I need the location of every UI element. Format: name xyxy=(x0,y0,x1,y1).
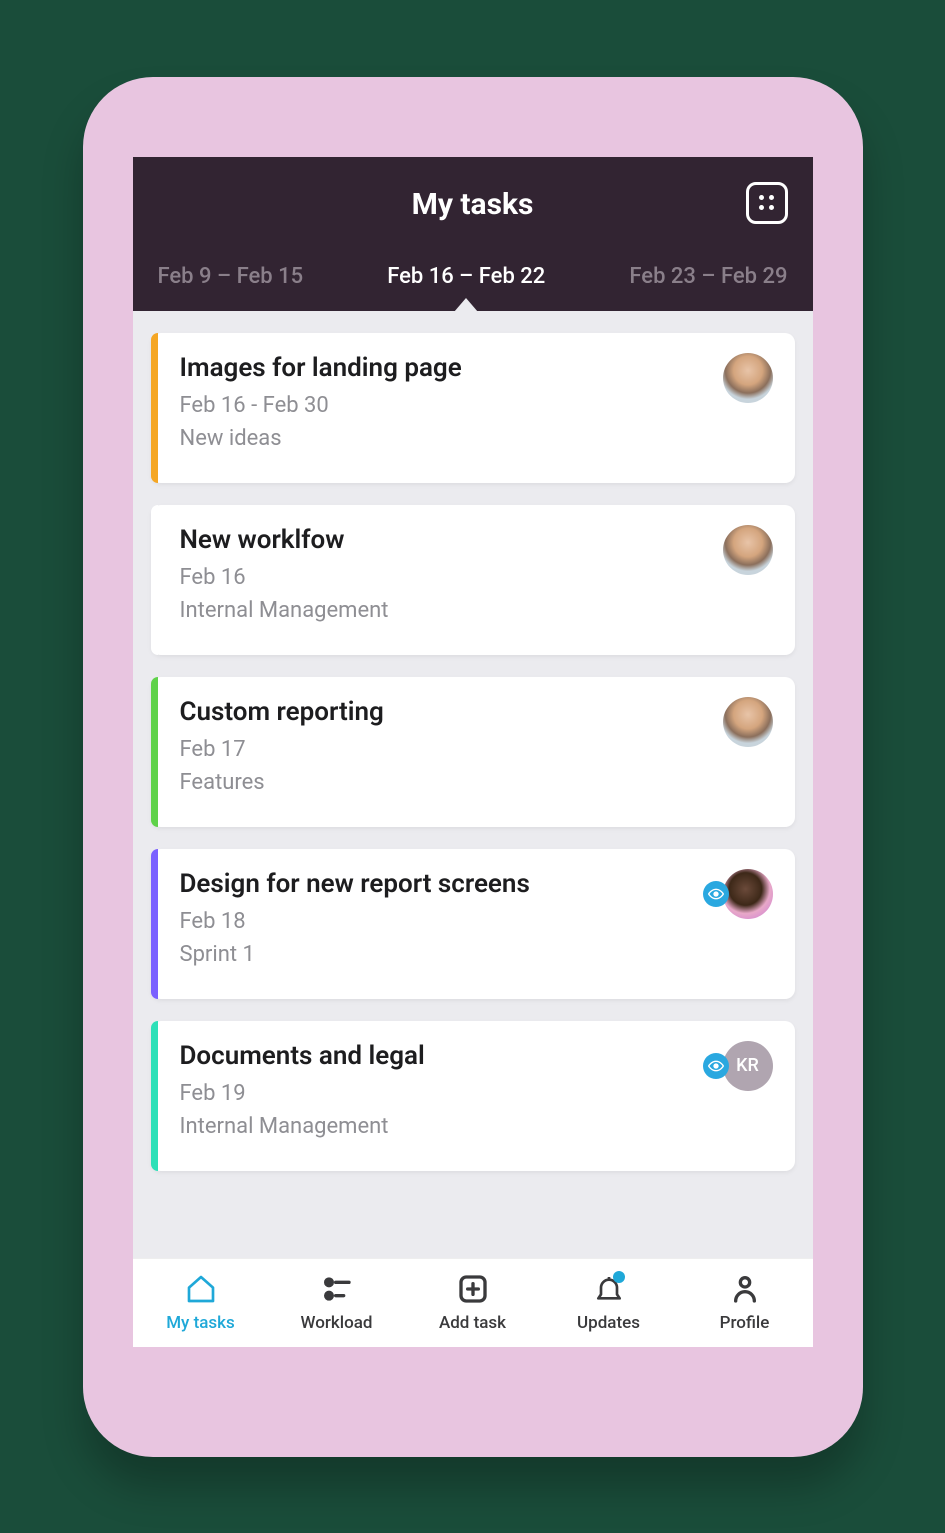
task-category: Features xyxy=(180,770,773,795)
task-body: Custom reporting Feb 17 Features xyxy=(158,677,795,827)
date-tab-1[interactable]: Feb 16 – Feb 22 xyxy=(387,250,545,311)
page-title: My tasks xyxy=(412,187,534,222)
assignee-avatar[interactable] xyxy=(723,697,773,747)
date-tab-2[interactable]: Feb 23 – Feb 29 xyxy=(629,250,787,311)
task-category: Internal Management xyxy=(180,598,773,623)
task-avatar-wrap xyxy=(723,353,773,403)
task-title: Custom reporting xyxy=(180,697,773,727)
task-card-4[interactable]: Documents and legal Feb 19 Internal Manage… xyxy=(151,1021,795,1171)
watching-eye-icon xyxy=(703,881,729,907)
assignee-avatar[interactable] xyxy=(723,353,773,403)
notification-dot xyxy=(613,1271,625,1283)
task-title: Images for landing page xyxy=(180,353,773,383)
task-body: Documents and legal Feb 19 Internal Manage… xyxy=(158,1021,795,1171)
nav-label: My tasks xyxy=(166,1313,235,1333)
task-date: Feb 18 xyxy=(180,909,773,934)
plus-square-icon xyxy=(455,1271,491,1307)
user-icon xyxy=(727,1271,763,1307)
task-card-0[interactable]: Images for landing page Feb 16 - Feb 30 Ne… xyxy=(151,333,795,483)
task-avatar-wrap xyxy=(703,869,773,919)
task-card-1[interactable]: New worklfow Feb 16 Internal Management xyxy=(151,505,795,655)
task-title: New worklfow xyxy=(180,525,773,555)
nav-item-bell[interactable]: Updates xyxy=(541,1271,677,1333)
task-avatar-wrap xyxy=(723,525,773,575)
nav-item-user[interactable]: Profile xyxy=(677,1271,813,1333)
task-category: New ideas xyxy=(180,426,773,451)
task-date: Feb 16 - Feb 30 xyxy=(180,393,773,418)
assignee-avatar[interactable] xyxy=(723,869,773,919)
task-list[interactable]: Images for landing page Feb 16 - Feb 30 Ne… xyxy=(133,311,813,1258)
task-title: Documents and legal xyxy=(180,1041,773,1071)
nav-item-plus-square[interactable]: Add task xyxy=(405,1271,541,1333)
task-stripe xyxy=(151,333,158,483)
task-title: Design for new report screens xyxy=(180,869,773,899)
task-category: Sprint 1 xyxy=(180,942,773,967)
calendar-button[interactable] xyxy=(746,182,788,224)
task-avatar-wrap: KR xyxy=(703,1041,773,1091)
task-date: Feb 16 xyxy=(180,565,773,590)
task-body: New worklfow Feb 16 Internal Management xyxy=(158,505,795,655)
nav-label: Updates xyxy=(577,1313,640,1333)
assignee-avatar[interactable] xyxy=(723,525,773,575)
date-tabs: Feb 9 – Feb 15 Feb 16 – Feb 22 Feb 23 – Fe… xyxy=(158,250,788,311)
phone-frame: My tasks Feb 9 – Feb 15Feb 16 – Feb 22Fe… xyxy=(83,77,863,1457)
home-icon xyxy=(183,1271,219,1307)
task-stripe xyxy=(151,1021,158,1171)
nav-label: Profile xyxy=(720,1313,770,1333)
watching-eye-icon xyxy=(703,1053,729,1079)
bottom-nav: My tasks Workload Add task Updates Profile xyxy=(133,1258,813,1347)
nav-item-home[interactable]: My tasks xyxy=(133,1271,269,1333)
task-body: Images for landing page Feb 16 - Feb 30 Ne… xyxy=(158,333,795,483)
task-avatar-wrap xyxy=(723,697,773,747)
sliders-icon xyxy=(319,1271,355,1307)
bell-icon xyxy=(591,1271,627,1307)
task-stripe xyxy=(151,505,158,655)
calendar-dots-icon xyxy=(759,195,775,211)
nav-label: Add task xyxy=(439,1313,506,1333)
header-top: My tasks xyxy=(158,177,788,232)
task-body: Design for new report screens Feb 18 Sprin… xyxy=(158,849,795,999)
task-stripe xyxy=(151,849,158,999)
task-date: Feb 19 xyxy=(180,1081,773,1106)
header: My tasks Feb 9 – Feb 15Feb 16 – Feb 22Fe… xyxy=(133,157,813,311)
task-date: Feb 17 xyxy=(180,737,773,762)
nav-item-sliders[interactable]: Workload xyxy=(269,1271,405,1333)
task-stripe xyxy=(151,677,158,827)
app-screen: My tasks Feb 9 – Feb 15Feb 16 – Feb 22Fe… xyxy=(133,157,813,1347)
assignee-avatar[interactable]: KR xyxy=(723,1041,773,1091)
date-tab-0[interactable]: Feb 9 – Feb 15 xyxy=(158,250,304,311)
task-card-2[interactable]: Custom reporting Feb 17 Features xyxy=(151,677,795,827)
task-card-3[interactable]: Design for new report screens Feb 18 Sprin… xyxy=(151,849,795,999)
nav-label: Workload xyxy=(301,1313,373,1333)
task-category: Internal Management xyxy=(180,1114,773,1139)
